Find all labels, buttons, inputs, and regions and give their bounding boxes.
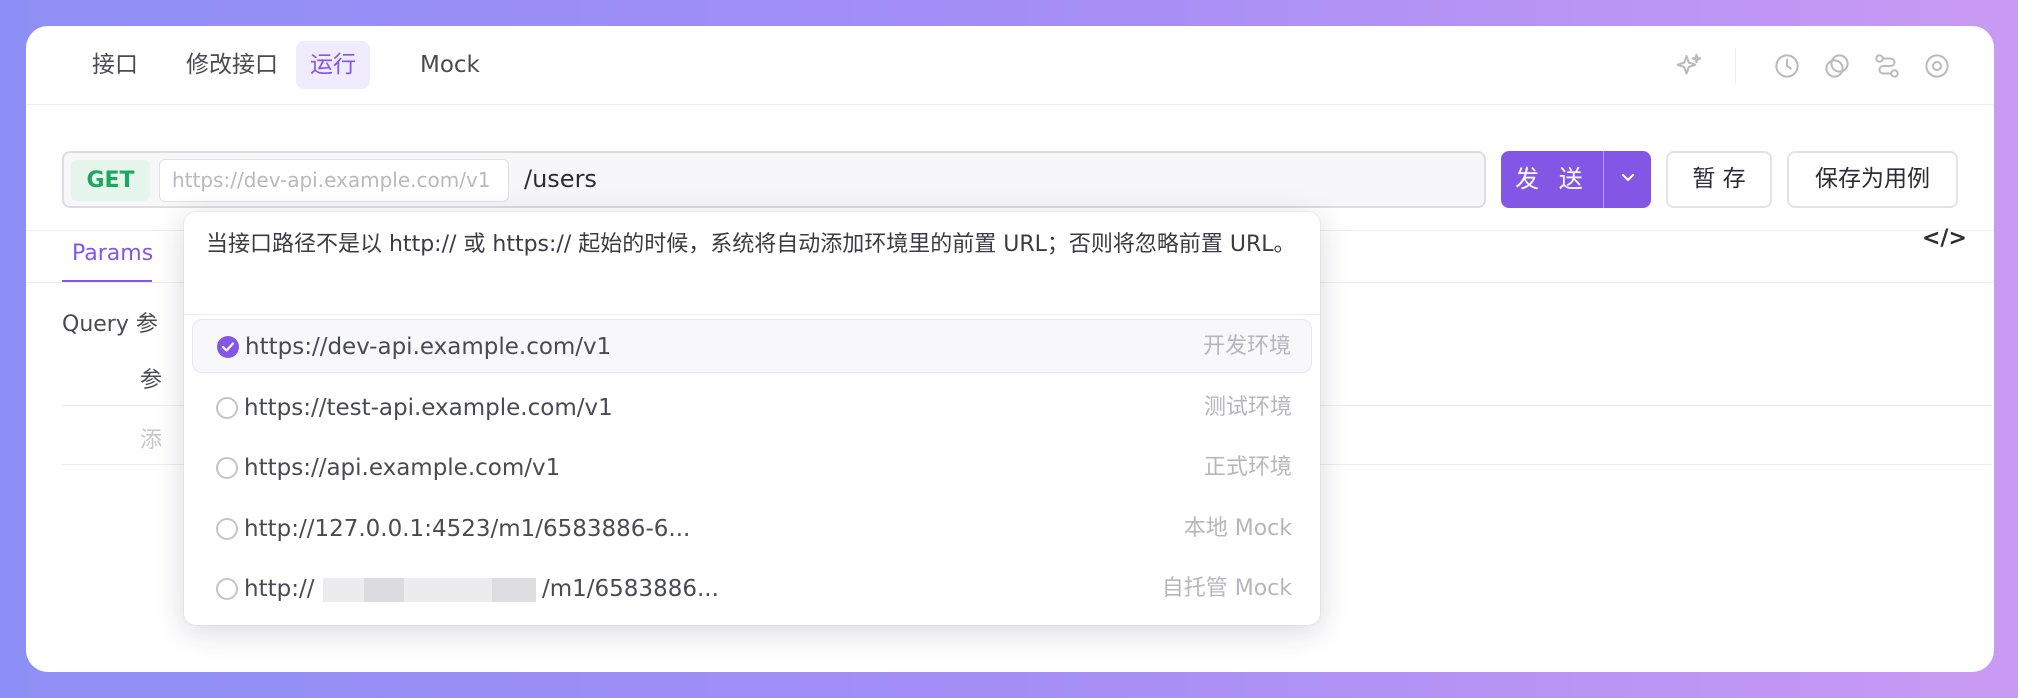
tab-run[interactable]: 运行 xyxy=(296,41,370,89)
radio-icon xyxy=(216,457,238,479)
sparkle-icon[interactable] xyxy=(1674,51,1704,81)
param-name-header: 参 xyxy=(140,368,163,393)
env-option-url: https://api.example.com/v1 xyxy=(244,455,561,481)
dropdown-divider xyxy=(184,314,1320,315)
env-option-url: https://test-api.example.com/v1 xyxy=(244,395,613,421)
toolbar-divider xyxy=(1735,48,1736,84)
env-option-name: 正式环境 xyxy=(1203,455,1292,480)
env-option-name: 自托管 Mock xyxy=(1161,576,1292,601)
send-split-divider xyxy=(1603,151,1604,208)
top-tab-bar: 接口 修改接口 运行 Mock xyxy=(26,26,1994,105)
save-draft-button[interactable]: 暂 存 xyxy=(1666,151,1772,208)
path-input[interactable]: /users xyxy=(524,153,597,206)
chevron-down-icon[interactable] xyxy=(1605,151,1651,208)
env-option-name: 开发环境 xyxy=(1202,334,1291,359)
env-option-name: 测试环境 xyxy=(1203,395,1292,420)
env-option-url: http://127.0.0.1:4523/m1/6583886-6... xyxy=(244,516,691,542)
copy-icon[interactable] xyxy=(1822,51,1852,81)
env-option-url: https://dev-api.example.com/v1 xyxy=(245,334,612,360)
settings-icon[interactable] xyxy=(1922,51,1952,81)
tab-edit-interface[interactable]: 修改接口 xyxy=(172,41,292,89)
save-as-case-button[interactable]: 保存为用例 xyxy=(1787,151,1958,208)
url-input-box[interactable]: GET https://dev-api.example.com/v1 /user… xyxy=(62,151,1486,208)
tab-params[interactable]: Params xyxy=(62,236,153,283)
add-param-placeholder[interactable]: 添 xyxy=(140,422,162,454)
env-option-url-prefix: http:// xyxy=(244,576,315,602)
method-select[interactable]: GET xyxy=(71,160,150,201)
env-option-name: 本地 Mock xyxy=(1183,516,1292,541)
query-params-label: Query 参 xyxy=(62,312,158,337)
tab-interface[interactable]: 接口 xyxy=(78,41,152,89)
app-window: 接口 修改接口 运行 Mock GET https://dev-api.exam… xyxy=(26,26,1994,672)
env-option-url-suffix: /m1/6583886... xyxy=(542,576,719,602)
tab-mock[interactable]: Mock xyxy=(406,41,494,89)
share-icon[interactable] xyxy=(1872,51,1902,81)
redacted-host xyxy=(364,578,404,602)
base-url-dropdown: 当接口路径不是以 http:// 或 https:// 起始的时候，系统将自动添… xyxy=(184,212,1320,625)
env-option-test[interactable]: https://test-api.example.com/v1 测试环境 xyxy=(192,381,1312,435)
env-option-dev[interactable]: https://dev-api.example.com/v1 开发环境 xyxy=(192,319,1312,373)
send-button[interactable]: 发 送 xyxy=(1501,151,1603,208)
radio-icon xyxy=(216,397,238,419)
env-option-self-hosted-mock[interactable]: http:// /m1/6583886... 自托管 Mock xyxy=(192,562,1312,616)
dropdown-description: 当接口路径不是以 http:// 或 https:// 起始的时候，系统将自动添… xyxy=(206,232,1296,257)
redacted-host xyxy=(492,578,536,602)
code-icon[interactable]: </> xyxy=(1922,226,1967,251)
base-url-select[interactable]: https://dev-api.example.com/v1 xyxy=(159,159,509,202)
check-circle-icon xyxy=(217,336,239,358)
env-option-prod[interactable]: https://api.example.com/v1 正式环境 xyxy=(192,441,1312,495)
radio-icon xyxy=(216,578,238,600)
history-icon[interactable] xyxy=(1772,51,1802,81)
env-option-local-mock[interactable]: http://127.0.0.1:4523/m1/6583886-6... 本地… xyxy=(192,502,1312,556)
radio-icon xyxy=(216,518,238,540)
send-button-group: 发 送 xyxy=(1501,151,1651,208)
